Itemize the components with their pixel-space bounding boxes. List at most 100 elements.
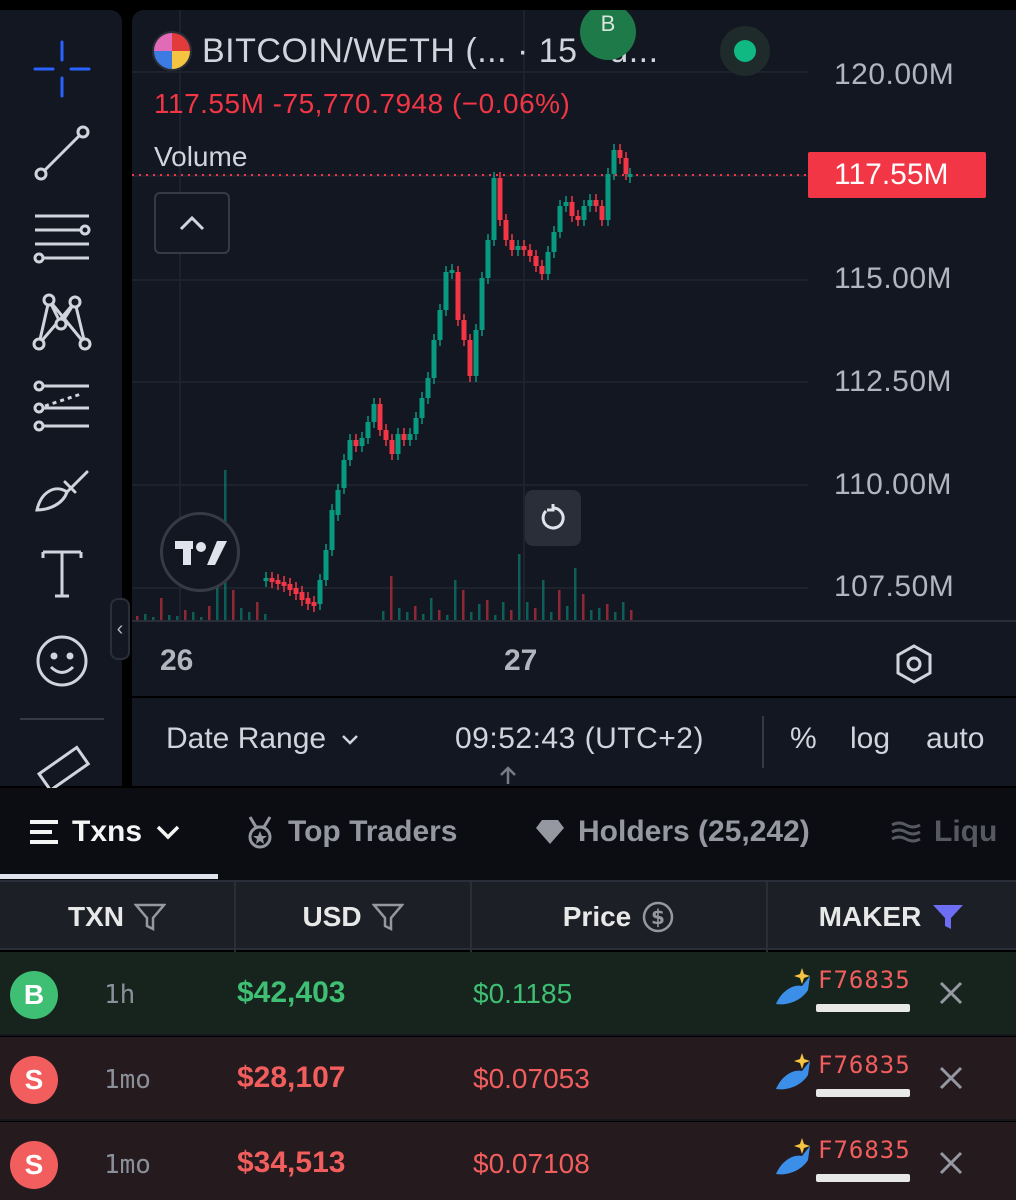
column-header-price[interactable]: Price $ <box>472 882 766 952</box>
collapse-legend-button[interactable] <box>154 192 230 254</box>
time-axis[interactable]: 26 27 <box>132 620 1016 696</box>
column-label: MAKER <box>818 901 922 932</box>
chart-bottom-bar: Date Range 09:52:43 (UTC+2) % log auto <box>132 698 1016 786</box>
candle-body <box>371 404 377 422</box>
percent-scale-button[interactable]: % <box>790 722 817 756</box>
txn-price: $0.07108 <box>473 1148 590 1179</box>
maker-address[interactable]: F76835 <box>818 1051 911 1079</box>
crosshair-icon <box>33 40 91 98</box>
whale-sparkle-icon <box>776 1138 810 1175</box>
candle-body <box>545 252 551 274</box>
volume-legend[interactable]: Volume <box>154 141 247 173</box>
auto-scale-button[interactable]: auto <box>926 722 984 756</box>
tab-label: Top Traders <box>288 815 458 848</box>
txn-row[interactable]: S 1mo $34,513 $0.07108 F76835 <box>0 1122 1016 1200</box>
candle-body <box>569 202 575 216</box>
forecast-icon <box>33 380 89 432</box>
txn-type-badge: S <box>10 1141 58 1189</box>
tab-holders[interactable]: Holders (25,242) <box>534 788 810 876</box>
volume-bar <box>438 610 441 620</box>
filter-icon[interactable] <box>134 902 166 932</box>
date-range-dropdown[interactable]: Date Range <box>166 722 360 756</box>
candle-body <box>269 578 275 582</box>
reset-chart-button[interactable] <box>525 490 581 546</box>
volume-bar <box>582 594 585 620</box>
chevron-left-icon: ‹ <box>116 617 124 640</box>
candle-body <box>467 340 473 376</box>
active-tab-indicator <box>0 874 218 879</box>
candle-body <box>557 206 563 232</box>
txn-usd-value: $28,107 <box>237 1061 346 1094</box>
candle-body <box>605 174 611 220</box>
price-axis-label: 110.00M <box>834 468 953 501</box>
text-tool[interactable] <box>22 538 102 608</box>
volume-bar <box>414 606 417 620</box>
medal-icon <box>248 816 272 849</box>
close-icon[interactable] <box>936 1063 966 1093</box>
filter-active-icon[interactable] <box>931 902 965 932</box>
tradingview-icon <box>175 541 227 565</box>
volume-bar <box>470 612 473 620</box>
txn-table-header: TXN USD Price $ MAKER <box>0 880 1016 952</box>
emoji-tool[interactable] <box>22 626 102 696</box>
crosshair-tool[interactable] <box>22 34 102 104</box>
volume-bar <box>390 576 393 620</box>
tab-top-traders[interactable]: Top Traders <box>244 788 457 876</box>
candle-body <box>491 178 497 240</box>
candle-body <box>485 240 491 278</box>
volume-bar <box>240 608 243 620</box>
timezone-clock[interactable]: 09:52:43 (UTC+2) <box>455 722 704 756</box>
candle-body <box>287 584 293 590</box>
toolbar-collapse-tab[interactable]: ‹ <box>110 598 130 660</box>
log-scale-button[interactable]: log <box>850 722 890 756</box>
chart-panel[interactable]: BITCOIN/WETH (... · 15 · d... B 117.55M … <box>132 10 1016 696</box>
column-header-usd[interactable]: USD <box>236 882 470 952</box>
candle-body <box>353 440 359 446</box>
maker-address[interactable]: F76835 <box>818 1136 911 1164</box>
candle-body <box>581 206 587 220</box>
volume-bar <box>510 610 513 620</box>
current-price-tag: 117.55M <box>808 152 986 198</box>
maker-address[interactable]: F76835 <box>818 966 911 994</box>
close-icon[interactable] <box>936 1148 966 1178</box>
fib-retracement-tool[interactable] <box>22 202 102 272</box>
candle-body <box>341 460 347 488</box>
filter-icon[interactable] <box>371 902 404 932</box>
txn-usd-value: $34,513 <box>237 1146 346 1179</box>
time-axis-label: 27 <box>504 644 538 677</box>
volume-bar <box>478 604 481 620</box>
candle-body <box>425 378 431 398</box>
pattern-tool[interactable] <box>22 286 102 356</box>
candle-body <box>449 270 455 273</box>
drawing-toolbar <box>0 10 122 793</box>
whale-sparkle-icon <box>776 1053 810 1090</box>
brush-icon <box>35 470 89 512</box>
txn-price: $0.1185 <box>473 978 573 1009</box>
forecast-tool[interactable] <box>22 370 102 440</box>
candle-body <box>455 272 461 320</box>
tab-liquidity[interactable]: Liqu <box>890 788 997 876</box>
txn-row[interactable]: S 1mo $28,107 $0.07053 F76835 <box>0 1037 1016 1121</box>
volume-bar <box>248 612 251 620</box>
txn-type-badge: S <box>10 1056 58 1104</box>
volume-bar <box>232 590 235 620</box>
volume-bar <box>526 602 529 620</box>
trend-line-tool[interactable] <box>22 118 102 188</box>
candle-body <box>623 158 629 174</box>
candle-body <box>377 404 383 430</box>
tab-txns[interactable]: Txns <box>28 788 182 876</box>
txn-row[interactable]: B 1h $42,403 $0.1185 F76835 <box>0 952 1016 1036</box>
volume-bar <box>462 590 465 620</box>
brush-tool[interactable] <box>22 454 102 524</box>
column-header-maker[interactable]: MAKER <box>768 882 1016 952</box>
txn-usd-value: $42,403 <box>237 976 346 1009</box>
time-axis-label: 26 <box>160 644 194 677</box>
column-header-txn[interactable]: TXN <box>0 882 234 952</box>
chart-settings-icon[interactable] <box>892 642 936 686</box>
close-icon[interactable] <box>936 978 966 1008</box>
candle-body <box>359 438 365 446</box>
candle-body <box>311 602 317 606</box>
tradingview-logo[interactable] <box>160 512 240 592</box>
price-axis[interactable]: 120.00M 115.00M 112.50M 110.00M 107.50M <box>808 10 1016 620</box>
currency-toggle-icon[interactable]: $ <box>641 900 675 934</box>
